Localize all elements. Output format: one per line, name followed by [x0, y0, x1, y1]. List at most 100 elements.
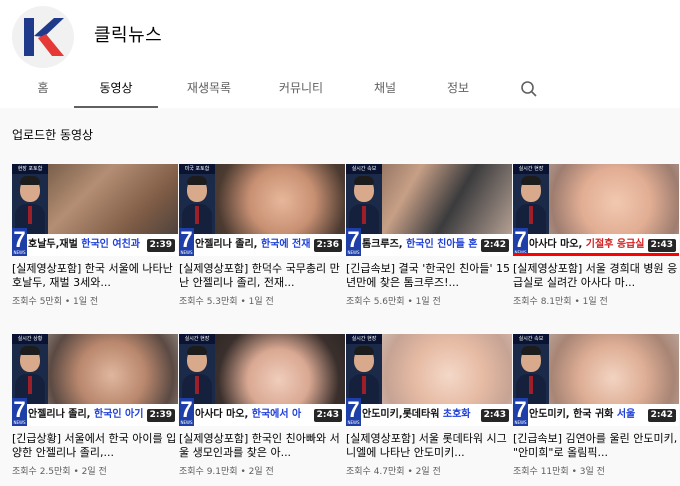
news-anchor-inset: 미국 포토합	[179, 164, 215, 236]
news-anchor-inset: 실시간 속보	[513, 334, 549, 406]
tab-about[interactable]: 정보	[436, 72, 480, 108]
video-meta: 조회수 8.1만회 • 1일 전	[513, 297, 608, 307]
upload-date: 2일 전	[415, 467, 441, 477]
video-thumbnail[interactable]: 실시간 현장 아사다 마오, 한국에서 아 7 NEWS 2:43	[179, 334, 345, 426]
banner-text: 안젤리나 졸리,	[28, 409, 94, 420]
video-thumbnail[interactable]: 실시간 현장 안도미키,롯데타워 초호화 7 NEWS 2:43	[346, 334, 512, 426]
view-count: 조회수 5만회	[12, 297, 62, 307]
search-icon[interactable]	[520, 80, 538, 98]
view-count: 조회수 9.1만회	[179, 467, 238, 477]
channel-name: 클릭뉴스	[94, 25, 163, 46]
seven-news-sub: NEWS	[179, 250, 194, 256]
upload-date: 1일 전	[415, 297, 441, 307]
inset-tag: 실시간 현장	[179, 334, 215, 344]
video-title[interactable]: [실제영상포함] 서울 롯데타워 시그니엘에 나타난 안도미키...	[346, 432, 512, 460]
video-thumbnail[interactable]: 실시간 속보 톰크루즈, 한국인 친아들 혼 7 NEWS 2:42	[346, 164, 512, 256]
video-thumbnail[interactable]: 미국 포토합 안젤리나 졸리, 한국에 전재 7 NEWS 2:36	[179, 164, 345, 256]
video-duration: 2:42	[480, 239, 509, 252]
banner-text: 안도미키,롯데타워	[362, 409, 443, 420]
view-count: 조회수 5.3만회	[179, 297, 238, 307]
video-thumbnail[interactable]: 현장 포토합 호날두,재벌 한국인 여친과 7 NEWS 2:39	[12, 164, 178, 256]
seven-news-sub: NEWS	[346, 420, 361, 426]
tab-channels[interactable]: 채널	[360, 72, 410, 108]
video-duration: 2:43	[313, 409, 342, 422]
video-meta: 조회수 5.3만회 • 1일 전	[179, 297, 274, 307]
video-card[interactable]: 현장 포토합 호날두,재벌 한국인 여친과 7 NEWS 2:39 [실제영상포…	[12, 164, 178, 307]
upload-date: 2일 전	[81, 467, 107, 477]
news-anchor-inset: 실시간 상황	[12, 334, 48, 406]
channel-avatar[interactable]	[12, 6, 74, 68]
inset-tag: 미국 포토합	[179, 164, 215, 174]
tab-videos[interactable]: 동영상	[74, 72, 158, 108]
view-count: 조회수 11만회	[513, 467, 569, 477]
video-meta: 조회수 2.5만회 • 2일 전	[12, 467, 107, 477]
banner-highlight: 한국인 아기	[93, 409, 144, 420]
video-title[interactable]: [실제영상포함] 한덕수 국무총리 만난 안젤리나 졸리, 전재...	[179, 262, 345, 290]
banner-highlight: 초호화	[442, 409, 471, 420]
video-title[interactable]: [실제영상포함] 한국인 친아빠와 서울 생모인과를 찾은 아...	[179, 432, 345, 460]
video-duration: 2:43	[647, 239, 676, 252]
seven-news-sub: NEWS	[346, 250, 361, 256]
inset-tag: 실시간 현장	[346, 334, 382, 344]
video-thumbnail[interactable]: 실시간 속보 안도미키, 한국 귀화 서울 7 NEWS 2:42	[513, 334, 679, 426]
banner-highlight: 한국인 여친과	[81, 239, 140, 250]
view-count: 조회수 4.7만회	[346, 467, 405, 477]
section-title: 업로드한 동영상	[12, 128, 94, 142]
tab-home[interactable]: 홈	[26, 72, 60, 108]
video-card[interactable]: 실시간 속보 톰크루즈, 한국인 친아들 혼 7 NEWS 2:42 [긴급속보…	[346, 164, 512, 307]
seven-news-sub: NEWS	[12, 420, 27, 426]
seven-news-sub: NEWS	[179, 420, 194, 426]
news-anchor-inset: 실시간 현장	[179, 334, 215, 406]
k-logo-icon	[24, 18, 64, 56]
video-card[interactable]: 미국 포토합 안젤리나 졸리, 한국에 전재 7 NEWS 2:36 [실제영상…	[179, 164, 345, 307]
view-count: 조회수 5.6만회	[346, 297, 405, 307]
upload-date: 2일 전	[248, 467, 274, 477]
video-duration: 2:42	[647, 409, 676, 422]
view-count: 조회수 2.5만회	[12, 467, 71, 477]
seven-news-sub: NEWS	[12, 250, 27, 256]
video-meta: 조회수 5만회 • 1일 전	[12, 297, 99, 307]
video-card[interactable]: 실시간 상황 안젤리나 졸리, 한국인 아기 7 NEWS 2:39 [긴급상황…	[12, 334, 178, 477]
video-meta: 조회수 11만회 • 3일 전	[513, 467, 605, 477]
upload-date: 3일 전	[579, 467, 605, 477]
video-title[interactable]: [긴급상황] 서울에서 한국 아이를 입양한 안젤리나 졸리,...	[12, 432, 178, 460]
video-title[interactable]: [실제영상포함] 한국 서울에 나타난 호날두, 재벌 3세와...	[12, 262, 178, 290]
inset-tag: 실시간 상황	[12, 334, 48, 344]
upload-date: 1일 전	[582, 297, 608, 307]
video-duration: 2:36	[313, 239, 342, 252]
banner-highlight: 서울	[616, 409, 636, 420]
news-anchor-inset: 실시간 속보	[346, 164, 382, 236]
video-duration: 2:39	[146, 409, 175, 422]
video-thumbnail[interactable]: 실시간 현장 아사다 마오, 기절후 응급실 7 NEWS 2:43	[513, 164, 679, 256]
channel-tabs: 홈 동영상 재생목록 커뮤니티 채널 정보	[0, 72, 680, 108]
banner-highlight: 한국인 친아들 혼	[406, 239, 478, 250]
news-anchor-inset: 실시간 현장	[346, 334, 382, 406]
inset-tag: 실시간 속보	[513, 334, 549, 344]
video-title[interactable]: [긴급속보] 김연아를 울린 안도미키, "안미희"로 올림픽...	[513, 432, 679, 460]
inset-tag: 현장 포토합	[12, 164, 48, 174]
banner-text: 아사다 마오,	[195, 409, 252, 420]
video-card[interactable]: 실시간 현장 아사다 마오, 기절후 응급실 7 NEWS 2:43 [실제영상…	[513, 164, 679, 307]
video-card[interactable]: 실시간 속보 안도미키, 한국 귀화 서울 7 NEWS 2:42 [긴급속보]…	[513, 334, 679, 477]
video-meta: 조회수 9.1만회 • 2일 전	[179, 467, 274, 477]
upload-date: 1일 전	[73, 297, 99, 307]
inset-tag: 실시간 현장	[513, 164, 549, 174]
video-card[interactable]: 실시간 현장 아사다 마오, 한국에서 아 7 NEWS 2:43 [실제영상포…	[179, 334, 345, 477]
banner-text: 아사다 마오,	[529, 239, 586, 250]
video-thumbnail[interactable]: 실시간 상황 안젤리나 졸리, 한국인 아기 7 NEWS 2:39	[12, 334, 178, 426]
channel-header: 클릭뉴스 홈 동영상 재생목록 커뮤니티 채널 정보	[0, 0, 680, 108]
video-card[interactable]: 실시간 현장 안도미키,롯데타워 초호화 7 NEWS 2:43 [실제영상포함…	[346, 334, 512, 477]
inset-tag: 실시간 속보	[346, 164, 382, 174]
banner-highlight: 기절후 응급실	[585, 239, 645, 250]
video-duration: 2:39	[146, 239, 175, 252]
banner-text: 톰크루즈,	[362, 239, 407, 250]
video-title[interactable]: [실제영상포함] 서울 경희대 병원 응급실로 실려간 아사다 마...	[513, 262, 679, 290]
video-meta: 조회수 5.6만회 • 1일 전	[346, 297, 441, 307]
banner-text: 안도미키, 한국 귀화	[529, 409, 617, 420]
tab-playlists[interactable]: 재생목록	[174, 72, 244, 108]
tab-community[interactable]: 커뮤니티	[266, 72, 336, 108]
banner-text: 안젤리나 졸리,	[195, 239, 261, 250]
video-title[interactable]: [긴급속보] 결국 '한국인 친아들' 15년만에 찾은 톰크루즈!...	[346, 262, 512, 290]
news-anchor-inset: 실시간 현장	[513, 164, 549, 236]
banner-text: 호날두,재벌	[28, 239, 82, 250]
